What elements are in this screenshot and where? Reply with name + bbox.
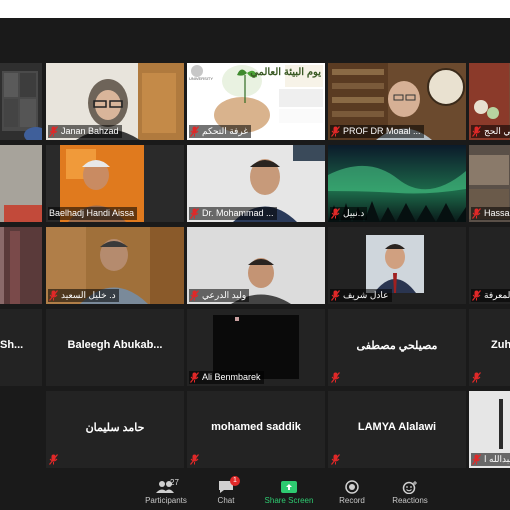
- share-screen-button[interactable]: Share Screen: [259, 480, 319, 505]
- share-screen-icon: [281, 481, 297, 493]
- video-tile[interactable]: Sh...: [0, 309, 42, 386]
- participant-name-label: عادل شريف: [330, 289, 392, 302]
- video-tile[interactable]: حامد سليمان: [46, 391, 184, 468]
- participant-name-label: Ali Benmbarek: [189, 371, 264, 384]
- video-tile[interactable]: وليد الدرعي: [187, 227, 325, 304]
- record-button[interactable]: Record: [322, 480, 382, 505]
- poster-title: يوم البيئة العالمي: [250, 67, 321, 78]
- video-feed: [0, 63, 42, 140]
- participant-name: Baleegh Abukab...: [67, 339, 163, 351]
- video-feed: [213, 315, 299, 379]
- reactions-button[interactable]: Reactions: [380, 480, 440, 505]
- participant-name-label: Hassan: [471, 207, 510, 220]
- participants-label: Participants: [145, 496, 187, 505]
- record-label: Record: [339, 496, 365, 505]
- muted-microphone-icon: [331, 126, 340, 137]
- video-tile[interactable]: mohamed saddik: [187, 391, 325, 468]
- participant-name-label: [471, 371, 487, 384]
- participant-name-label: [330, 371, 346, 384]
- participant-name: Zuh...: [491, 339, 510, 351]
- unread-chat-badge: 1: [230, 476, 240, 486]
- muted-microphone-icon: [472, 126, 481, 137]
- muted-microphone-icon: [49, 454, 58, 465]
- video-tile[interactable]: مصيلحي مصطفى: [328, 309, 466, 386]
- video-tile[interactable]: د. خليل السعيد: [46, 227, 184, 304]
- video-tile[interactable]: Janan Bahzad: [46, 63, 184, 140]
- window-top-bar: [0, 0, 510, 18]
- participant-name: حامد سليمان: [85, 422, 145, 434]
- participant-name-label: د. خليل السعيد: [48, 289, 119, 302]
- video-feed: [0, 227, 42, 304]
- participant-name-label: PROF DR Moaal ...: [330, 125, 424, 138]
- muted-microphone-icon: [190, 372, 199, 383]
- participant-name-label: [48, 453, 64, 466]
- video-feed: [0, 145, 42, 222]
- chat-label: Chat: [217, 496, 235, 505]
- chat-button[interactable]: 1 Chat: [196, 476, 256, 505]
- video-tile[interactable]: يوم البيئة العالمي UNIVERSITY غرفة التحك…: [187, 63, 325, 140]
- video-tile[interactable]: Zuh...: [469, 309, 510, 386]
- reactions-icon: [402, 481, 417, 494]
- profile-picture: [366, 235, 424, 293]
- muted-microphone-icon: [190, 290, 199, 301]
- participant-name: mohamed saddik: [211, 421, 301, 433]
- participant-count: 27: [170, 478, 179, 487]
- participant-name-label: د.نبيل: [330, 207, 368, 220]
- muted-microphone-icon: [331, 454, 340, 465]
- reactions-label: Reactions: [392, 496, 428, 505]
- muted-microphone-icon: [190, 126, 199, 137]
- video-tile[interactable]: [0, 227, 42, 304]
- video-tile[interactable]: عادل شريف: [328, 227, 466, 304]
- record-icon: [345, 480, 359, 494]
- participant-name-label: غرفة التحكم: [189, 125, 252, 138]
- participant-name-label: Baelhadj Handi Aissa: [48, 207, 138, 220]
- participants-button[interactable]: 27 Participants: [136, 478, 196, 505]
- muted-microphone-icon: [472, 290, 481, 301]
- muted-microphone-icon: [331, 290, 340, 301]
- video-tile[interactable]: Baleegh Abukab...: [46, 309, 184, 386]
- participant-name-label: عبدالله ا: [471, 453, 510, 466]
- video-tile[interactable]: PROF DR Moaal ...: [328, 63, 466, 140]
- video-tile[interactable]: Ali Benmbarek: [187, 309, 325, 386]
- poster-subtitle: UNIVERSITY: [189, 76, 214, 81]
- video-tile[interactable]: Hassan: [469, 145, 510, 222]
- video-tile[interactable]: Baelhadj Handi Aissa: [46, 145, 184, 222]
- video-tile[interactable]: [0, 63, 42, 140]
- participant-name: LAMYA Alalawi: [357, 421, 437, 433]
- video-tile[interactable]: LAMYA Alalawi: [328, 391, 466, 468]
- participant-name-label: المعرفة: [471, 289, 510, 302]
- muted-microphone-icon: [190, 454, 199, 465]
- participant-name-label: Dr. Mohammad ...: [189, 207, 277, 220]
- video-tile[interactable]: Dr. Mohammad ...: [187, 145, 325, 222]
- share-screen-label: Share Screen: [264, 496, 314, 505]
- participant-name-label: وليد الدرعي: [189, 289, 250, 302]
- muted-microphone-icon: [49, 290, 58, 301]
- participant-name-label: علي الحج: [471, 125, 510, 138]
- muted-microphone-icon: [331, 372, 340, 383]
- video-tile[interactable]: عبدالله ا: [469, 391, 510, 468]
- participant-name: مصيلحي مصطفى: [356, 340, 438, 352]
- muted-microphone-icon: [472, 208, 481, 219]
- participant-name-label: [330, 453, 346, 466]
- meeting-toolbar: 27 Participants 1 Chat Share Screen Reco…: [0, 472, 510, 510]
- video-tile[interactable]: [0, 145, 42, 222]
- gallery-grid: Janan Bahzad يوم البيئة العالمي UNIVERSI…: [0, 63, 510, 468]
- participant-name: Sh...: [0, 339, 24, 351]
- muted-microphone-icon: [331, 208, 340, 219]
- muted-microphone-icon: [472, 372, 481, 383]
- video-tile[interactable]: د.نبيل: [328, 145, 466, 222]
- muted-microphone-icon: [472, 454, 481, 465]
- muted-microphone-icon: [190, 208, 199, 219]
- participant-name-label: Janan Bahzad: [48, 125, 122, 138]
- muted-microphone-icon: [49, 126, 58, 137]
- participant-name-label: [189, 453, 205, 466]
- video-tile[interactable]: المعرفة: [469, 227, 510, 304]
- video-tile[interactable]: علي الحج: [469, 63, 510, 140]
